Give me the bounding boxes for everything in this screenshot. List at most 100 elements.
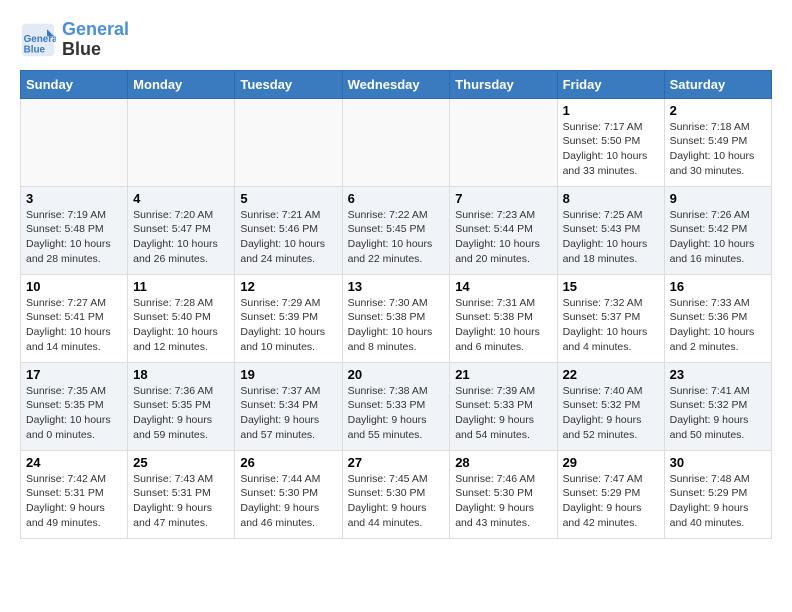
day-number: 9 (670, 191, 766, 206)
day-number: 8 (563, 191, 659, 206)
day-info: Sunrise: 7:39 AM Sunset: 5:33 PM Dayligh… (455, 384, 551, 443)
svg-text:Blue: Blue (24, 44, 46, 55)
week-row-2: 10Sunrise: 7:27 AM Sunset: 5:41 PM Dayli… (21, 274, 772, 362)
week-row-0: 1 Sunrise: 7:17 AM Sunset: 5:50 PM Daylig… (21, 98, 772, 186)
week-row-3: 17 Sunrise: 7:35 AM Sunset: 5:35 PM Dayli… (21, 362, 772, 450)
day-number: 5 (240, 191, 336, 206)
day-info: Sunrise: 7:43 AM Sunset: 5:31 PM Dayligh… (133, 472, 229, 531)
day-cell-27: 27 Sunrise: 7:45 AM Sunset: 5:30 PM Dayli… (342, 450, 450, 538)
page-header: General Blue GeneralBlue (20, 20, 772, 60)
day-info: Sunrise: 7:22 AM Sunset: 5:45 PM Dayligh… (348, 208, 445, 267)
day-cell-28: 28Sunrise: 7:46 AM Sunset: 5:30 PM Dayli… (450, 450, 557, 538)
logo-text: GeneralBlue (62, 20, 129, 60)
day-info: Sunrise: 7:47 AM Sunset: 5:29 PM Dayligh… (563, 472, 659, 531)
day-number: 14 (455, 279, 551, 294)
day-cell-18: 18 Sunrise: 7:36 AM Sunset: 5:35 PM Dayli… (128, 362, 235, 450)
day-number: 28 (455, 455, 551, 470)
day-cell-6: 6 Sunrise: 7:22 AM Sunset: 5:45 PM Daylig… (342, 186, 450, 274)
day-info: Sunrise: 7:32 AM Sunset: 5:37 PM Dayligh… (563, 296, 659, 355)
day-number: 12 (240, 279, 336, 294)
day-cell-22: 22 Sunrise: 7:40 AM Sunset: 5:32 PM Dayli… (557, 362, 664, 450)
day-cell-29: 29Sunrise: 7:47 AM Sunset: 5:29 PM Dayli… (557, 450, 664, 538)
day-info: Sunrise: 7:23 AM Sunset: 5:44 PM Dayligh… (455, 208, 551, 267)
day-info: Sunrise: 7:37 AM Sunset: 5:34 PM Dayligh… (240, 384, 336, 443)
day-info: Sunrise: 7:26 AM Sunset: 5:42 PM Dayligh… (670, 208, 766, 267)
day-number: 17 (26, 367, 122, 382)
day-info: Sunrise: 7:35 AM Sunset: 5:35 PM Dayligh… (26, 384, 122, 443)
day-number: 27 (348, 455, 445, 470)
day-cell-25: 25 Sunrise: 7:43 AM Sunset: 5:31 PM Dayli… (128, 450, 235, 538)
day-cell-5: 5Sunrise: 7:21 AM Sunset: 5:46 PM Daylig… (235, 186, 342, 274)
day-cell-19: 19 Sunrise: 7:37 AM Sunset: 5:34 PM Dayli… (235, 362, 342, 450)
day-number: 11 (133, 279, 229, 294)
day-cell-20: 20 Sunrise: 7:38 AM Sunset: 5:33 PM Dayli… (342, 362, 450, 450)
weekday-header-monday: Monday (128, 70, 235, 98)
calendar-body: 1 Sunrise: 7:17 AM Sunset: 5:50 PM Daylig… (21, 98, 772, 538)
day-info: Sunrise: 7:38 AM Sunset: 5:33 PM Dayligh… (348, 384, 445, 443)
day-info: Sunrise: 7:31 AM Sunset: 5:38 PM Dayligh… (455, 296, 551, 355)
day-info: Sunrise: 7:25 AM Sunset: 5:43 PM Dayligh… (563, 208, 659, 267)
weekday-header-saturday: Saturday (664, 70, 771, 98)
day-info: Sunrise: 7:33 AM Sunset: 5:36 PM Dayligh… (670, 296, 766, 355)
empty-cell (128, 98, 235, 186)
day-cell-23: 23 Sunrise: 7:41 AM Sunset: 5:32 PM Dayli… (664, 362, 771, 450)
day-number: 26 (240, 455, 336, 470)
day-cell-16: 16 Sunrise: 7:33 AM Sunset: 5:36 PM Dayli… (664, 274, 771, 362)
day-number: 6 (348, 191, 445, 206)
day-number: 1 (563, 103, 659, 118)
day-cell-13: 13Sunrise: 7:30 AM Sunset: 5:38 PM Dayli… (342, 274, 450, 362)
logo-icon: General Blue (20, 22, 56, 58)
empty-cell (342, 98, 450, 186)
day-number: 13 (348, 279, 445, 294)
day-info: Sunrise: 7:41 AM Sunset: 5:32 PM Dayligh… (670, 384, 766, 443)
day-info: Sunrise: 7:45 AM Sunset: 5:30 PM Dayligh… (348, 472, 445, 531)
day-number: 7 (455, 191, 551, 206)
day-number: 3 (26, 191, 122, 206)
day-cell-24: 24 Sunrise: 7:42 AM Sunset: 5:31 PM Dayli… (21, 450, 128, 538)
day-number: 25 (133, 455, 229, 470)
day-number: 21 (455, 367, 551, 382)
day-cell-15: 15Sunrise: 7:32 AM Sunset: 5:37 PM Dayli… (557, 274, 664, 362)
day-number: 4 (133, 191, 229, 206)
day-cell-14: 14 Sunrise: 7:31 AM Sunset: 5:38 PM Dayli… (450, 274, 557, 362)
day-info: Sunrise: 7:29 AM Sunset: 5:39 PM Dayligh… (240, 296, 336, 355)
weekday-header-row: SundayMondayTuesdayWednesdayThursdayFrid… (21, 70, 772, 98)
logo: General Blue GeneralBlue (20, 20, 129, 60)
day-info: Sunrise: 7:48 AM Sunset: 5:29 PM Dayligh… (670, 472, 766, 531)
day-info: Sunrise: 7:19 AM Sunset: 5:48 PM Dayligh… (26, 208, 122, 267)
day-cell-9: 9 Sunrise: 7:26 AM Sunset: 5:42 PM Daylig… (664, 186, 771, 274)
day-info: Sunrise: 7:17 AM Sunset: 5:50 PM Dayligh… (563, 120, 659, 179)
day-number: 23 (670, 367, 766, 382)
day-number: 18 (133, 367, 229, 382)
day-number: 22 (563, 367, 659, 382)
day-cell-10: 10Sunrise: 7:27 AM Sunset: 5:41 PM Dayli… (21, 274, 128, 362)
day-number: 20 (348, 367, 445, 382)
day-info: Sunrise: 7:40 AM Sunset: 5:32 PM Dayligh… (563, 384, 659, 443)
day-number: 2 (670, 103, 766, 118)
week-row-1: 3 Sunrise: 7:19 AM Sunset: 5:48 PM Daylig… (21, 186, 772, 274)
day-info: Sunrise: 7:42 AM Sunset: 5:31 PM Dayligh… (26, 472, 122, 531)
day-info: Sunrise: 7:18 AM Sunset: 5:49 PM Dayligh… (670, 120, 766, 179)
day-cell-26: 26 Sunrise: 7:44 AM Sunset: 5:30 PM Dayli… (235, 450, 342, 538)
day-cell-8: 8 Sunrise: 7:25 AM Sunset: 5:43 PM Daylig… (557, 186, 664, 274)
empty-cell (235, 98, 342, 186)
day-number: 19 (240, 367, 336, 382)
weekday-header-thursday: Thursday (450, 70, 557, 98)
day-info: Sunrise: 7:44 AM Sunset: 5:30 PM Dayligh… (240, 472, 336, 531)
day-number: 24 (26, 455, 122, 470)
day-cell-12: 12 Sunrise: 7:29 AM Sunset: 5:39 PM Dayli… (235, 274, 342, 362)
day-cell-2: 2 Sunrise: 7:18 AM Sunset: 5:49 PM Daylig… (664, 98, 771, 186)
day-info: Sunrise: 7:36 AM Sunset: 5:35 PM Dayligh… (133, 384, 229, 443)
day-cell-30: 30 Sunrise: 7:48 AM Sunset: 5:29 PM Dayli… (664, 450, 771, 538)
day-cell-4: 4 Sunrise: 7:20 AM Sunset: 5:47 PM Daylig… (128, 186, 235, 274)
empty-cell (21, 98, 128, 186)
day-info: Sunrise: 7:20 AM Sunset: 5:47 PM Dayligh… (133, 208, 229, 267)
day-number: 30 (670, 455, 766, 470)
weekday-header-friday: Friday (557, 70, 664, 98)
day-cell-3: 3 Sunrise: 7:19 AM Sunset: 5:48 PM Daylig… (21, 186, 128, 274)
day-number: 16 (670, 279, 766, 294)
day-cell-1: 1 Sunrise: 7:17 AM Sunset: 5:50 PM Daylig… (557, 98, 664, 186)
weekday-header-tuesday: Tuesday (235, 70, 342, 98)
day-info: Sunrise: 7:27 AM Sunset: 5:41 PM Dayligh… (26, 296, 122, 355)
day-cell-21: 21 Sunrise: 7:39 AM Sunset: 5:33 PM Dayli… (450, 362, 557, 450)
